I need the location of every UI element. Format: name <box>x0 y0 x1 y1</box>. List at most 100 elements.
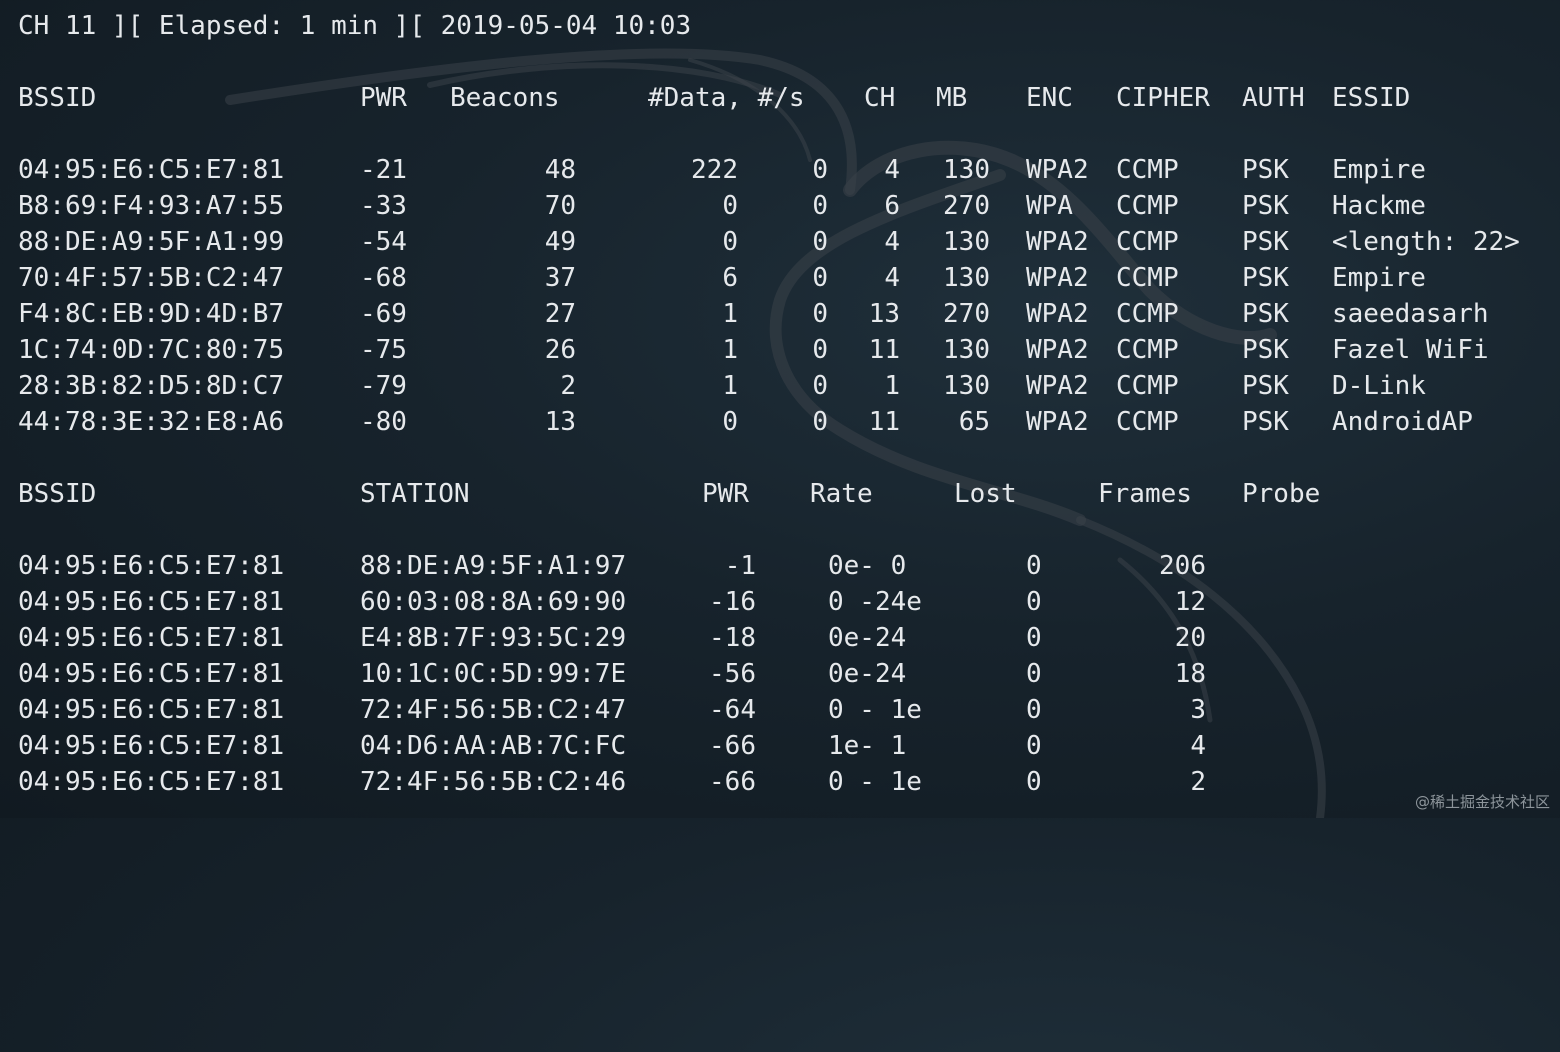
ap-row[interactable]: F4:8C:EB:9D:4D:B7 -69 27 1 0 13 270 WPA2… <box>18 296 1548 332</box>
station-rate: 0 -24e <box>828 587 922 617</box>
ap-auth: PSK <box>1242 263 1289 293</box>
ap-bssid: 88:DE:A9:5F:A1:99 <box>18 227 285 257</box>
ap-enc: WPA2 <box>1026 227 1089 257</box>
station-pwr: -66 <box>709 767 756 797</box>
ap-cipher: CCMP <box>1116 407 1179 437</box>
ap-row[interactable]: 44:78:3E:32:E8:A6 -80 13 0 0 11 65 WPA2 … <box>18 404 1548 440</box>
station-frames: 2 <box>1190 767 1206 797</box>
ap-mb: 130 <box>943 227 990 257</box>
ap-bssid: F4:8C:EB:9D:4D:B7 <box>18 299 285 329</box>
ap-bssid: 28:3B:82:D5:8D:C7 <box>18 371 285 401</box>
ap-mb: 130 <box>943 371 990 401</box>
ap-mb: 130 <box>943 263 990 293</box>
station-frames: 3 <box>1190 695 1206 725</box>
station-frames: 20 <box>1174 623 1206 653</box>
station-row[interactable]: 04:95:E6:C5:E7:81 60:03:08:8A:69:90 -16 … <box>18 584 1548 620</box>
ap-data: 0 <box>722 407 738 437</box>
ap-ch: 4 <box>884 263 900 293</box>
ap-beacons: 70 <box>544 191 576 221</box>
ap-pwr: -68 <box>360 263 407 293</box>
station-bssid: 04:95:E6:C5:E7:81 <box>18 731 285 761</box>
station-pwr: -64 <box>709 695 756 725</box>
ap-beacons: 26 <box>544 335 576 365</box>
ap-row[interactable]: B8:69:F4:93:A7:55 -33 70 0 0 6 270 WPA C… <box>18 188 1548 224</box>
station-frames: 206 <box>1159 551 1206 581</box>
ap-data: 1 <box>722 335 738 365</box>
ap-ch: 11 <box>868 407 900 437</box>
ap-enc: WPA2 <box>1026 263 1089 293</box>
station-row[interactable]: 04:95:E6:C5:E7:81 88:DE:A9:5F:A1:97 -1 0… <box>18 548 1548 584</box>
station-row[interactable]: 04:95:E6:C5:E7:81 10:1C:0C:5D:99:7E -56 … <box>18 656 1548 692</box>
ap-essid: saeedasarh <box>1332 299 1489 329</box>
station-rate: 0e-24 <box>828 659 907 689</box>
ap-mb: 130 <box>943 155 990 185</box>
station-mac: 04:D6:AA:AB:7C:FC <box>360 731 627 761</box>
ap-table-header: BSSID PWR Beacons #Data, #/s CH MB ENC C… <box>18 80 1548 116</box>
ap-header-mb: MB <box>936 83 968 113</box>
ap-header-data: #Data, #/s <box>648 83 805 113</box>
station-lost: 0 <box>1026 587 1042 617</box>
ap-ch: 1 <box>884 371 900 401</box>
ap-cipher: CCMP <box>1116 155 1179 185</box>
ap-beacons: 13 <box>544 407 576 437</box>
ap-row[interactable]: 88:DE:A9:5F:A1:99 -54 49 0 0 4 130 WPA2 … <box>18 224 1548 260</box>
station-mac: 72:4F:56:5B:C2:46 <box>360 767 627 797</box>
ap-ch: 4 <box>884 227 900 257</box>
ap-data-rate: 0 <box>812 299 828 329</box>
ap-essid: <length: 22> <box>1332 227 1520 257</box>
ap-header-pwr: PWR <box>360 83 407 113</box>
station-pwr: -66 <box>709 731 756 761</box>
ap-ch: 13 <box>868 299 900 329</box>
station-bssid: 04:95:E6:C5:E7:81 <box>18 623 285 653</box>
ap-bssid: 1C:74:0D:7C:80:75 <box>18 335 285 365</box>
ap-row[interactable]: 70:4F:57:5B:C2:47 -68 37 6 0 4 130 WPA2 … <box>18 260 1548 296</box>
ap-beacons: 48 <box>544 155 576 185</box>
terminal-window[interactable]: CH 11 ][ Elapsed: 1 min ][ 2019-05-04 10… <box>0 0 1560 818</box>
station-pwr: -56 <box>709 659 756 689</box>
station-row[interactable]: 04:95:E6:C5:E7:81 72:4F:56:5B:C2:47 -64 … <box>18 692 1548 728</box>
station-mac: 72:4F:56:5B:C2:47 <box>360 695 627 725</box>
ap-mb: 65 <box>958 407 990 437</box>
status-line: CH 11 ][ Elapsed: 1 min ][ 2019-05-04 10… <box>18 11 692 41</box>
ap-ch: 11 <box>868 335 900 365</box>
station-row[interactable]: 04:95:E6:C5:E7:81 E4:8B:7F:93:5C:29 -18 … <box>18 620 1548 656</box>
ap-essid: Empire <box>1332 263 1426 293</box>
station-bssid: 04:95:E6:C5:E7:81 <box>18 587 285 617</box>
station-frames: 18 <box>1174 659 1206 689</box>
ap-auth: PSK <box>1242 407 1289 437</box>
ap-row[interactable]: 1C:74:0D:7C:80:75 -75 26 1 0 11 130 WPA2… <box>18 332 1548 368</box>
ap-mb: 130 <box>943 335 990 365</box>
ap-header-cipher: CIPHER <box>1116 83 1210 113</box>
ap-ch: 4 <box>884 155 900 185</box>
station-rate: 1e- 1 <box>828 731 907 761</box>
ap-data-rate: 0 <box>812 263 828 293</box>
ap-cipher: CCMP <box>1116 191 1179 221</box>
ap-enc: WPA2 <box>1026 407 1089 437</box>
station-lost: 0 <box>1026 551 1042 581</box>
ap-auth: PSK <box>1242 191 1289 221</box>
ap-pwr: -69 <box>360 299 407 329</box>
ap-row[interactable]: 28:3B:82:D5:8D:C7 -79 2 1 0 1 130 WPA2 C… <box>18 368 1548 404</box>
ap-data: 0 <box>722 227 738 257</box>
ap-auth: PSK <box>1242 335 1289 365</box>
station-header-rate: Rate <box>810 479 873 509</box>
station-header-lost: Lost <box>954 479 1017 509</box>
ap-data: 6 <box>722 263 738 293</box>
ap-data-rate: 0 <box>812 227 828 257</box>
ap-row[interactable]: 04:95:E6:C5:E7:81 -21 48 222 0 4 130 WPA… <box>18 152 1548 188</box>
ap-bssid: B8:69:F4:93:A7:55 <box>18 191 285 221</box>
station-row[interactable]: 04:95:E6:C5:E7:81 04:D6:AA:AB:7C:FC -66 … <box>18 728 1548 764</box>
site-watermark: @稀土掘金技术社区 <box>1414 793 1550 811</box>
ap-header-auth: AUTH <box>1242 83 1305 113</box>
ap-cipher: CCMP <box>1116 263 1179 293</box>
station-row[interactable]: 04:95:E6:C5:E7:81 72:4F:56:5B:C2:46 -66 … <box>18 764 1548 800</box>
station-bssid: 04:95:E6:C5:E7:81 <box>18 767 285 797</box>
station-bssid: 04:95:E6:C5:E7:81 <box>18 551 285 581</box>
ap-header-beacons: Beacons <box>450 83 560 113</box>
station-header-bssid: BSSID <box>18 479 97 509</box>
station-rate: 0e-24 <box>828 623 907 653</box>
station-rate: 0 - 1e <box>828 695 922 725</box>
ap-cipher: CCMP <box>1116 227 1179 257</box>
ap-pwr: -21 <box>360 155 407 185</box>
ap-pwr: -79 <box>360 371 407 401</box>
